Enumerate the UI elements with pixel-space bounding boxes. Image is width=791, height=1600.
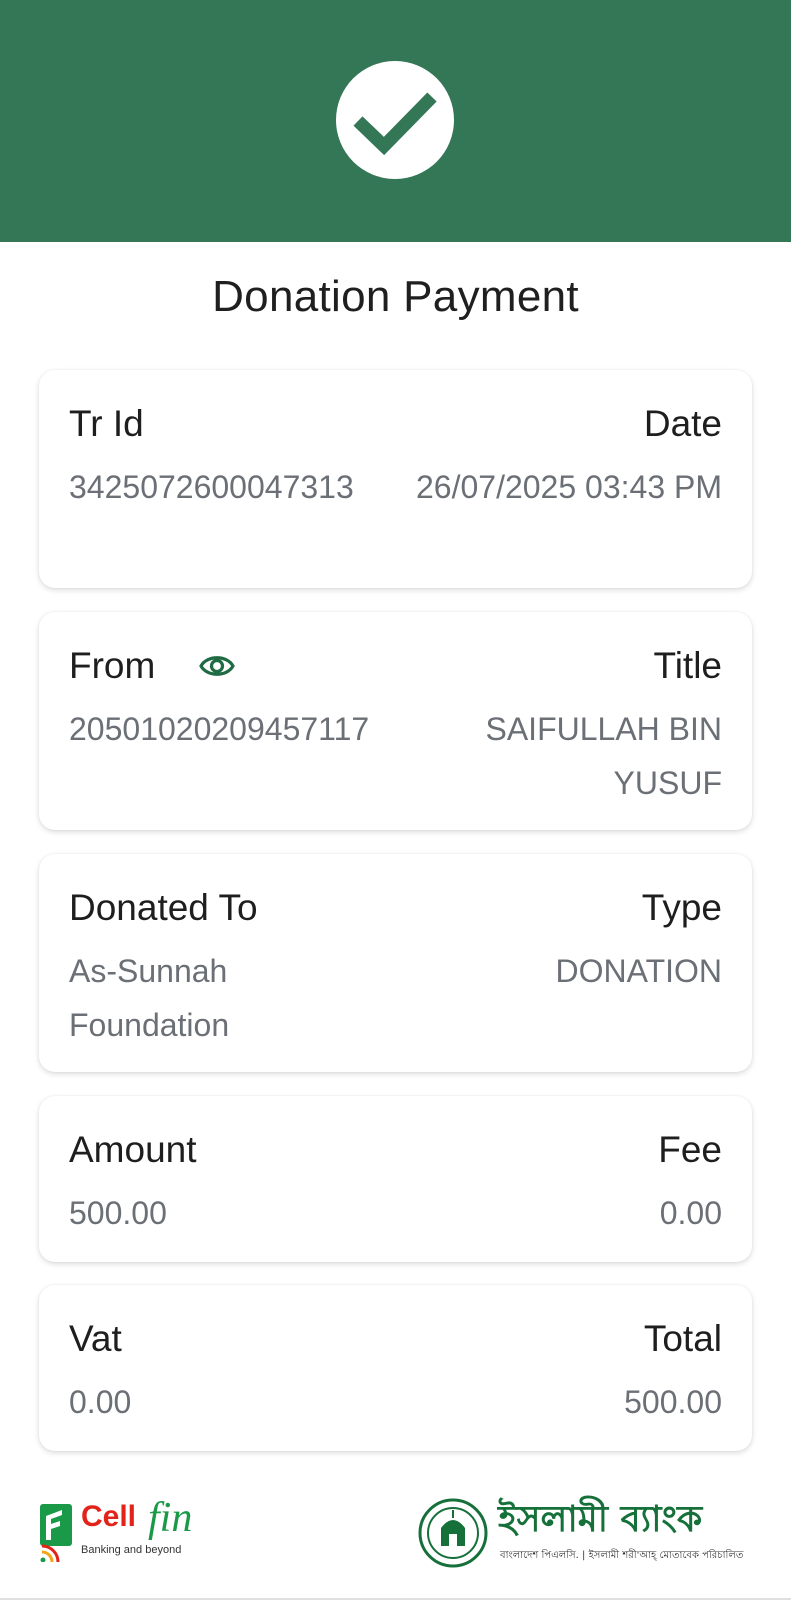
total-value: 500.00 bbox=[624, 1384, 722, 1420]
islami-bank-logo: ইসলামী ব্যাংক বাংলাদেশ পিএলসি. | ইসলামী … bbox=[418, 1496, 758, 1576]
checkmark-icon bbox=[353, 92, 437, 156]
bank-seal-icon bbox=[418, 1498, 488, 1568]
vat-value: 0.00 bbox=[69, 1384, 132, 1420]
cellfin-tagline: Banking and beyond bbox=[81, 1544, 182, 1556]
donated-to-label: Donated To bbox=[69, 887, 258, 928]
fee-value: 0.00 bbox=[659, 1195, 722, 1231]
transaction-card: Tr Id Date 3425072600047313 26/07/2025 0… bbox=[39, 370, 752, 588]
from-account-value: 20501020209457117 bbox=[69, 711, 370, 747]
success-header bbox=[0, 0, 791, 242]
type-value: DONATION bbox=[555, 953, 722, 989]
date-value: 26/07/2025 03:43 PM bbox=[415, 469, 722, 505]
type-label: Type bbox=[641, 887, 722, 928]
title-label: Title bbox=[653, 645, 722, 686]
eye-icon[interactable] bbox=[198, 652, 236, 680]
amount-card: Amount Fee 500.00 0.00 bbox=[39, 1096, 752, 1262]
cellfin-logo-text-fin: fin bbox=[148, 1495, 193, 1541]
success-badge bbox=[336, 61, 454, 179]
vat-card: Vat Total 0.00 500.00 bbox=[39, 1285, 752, 1451]
cellfin-logo: Cell fin Banking and beyond bbox=[38, 1495, 218, 1570]
vat-label: Vat bbox=[69, 1318, 122, 1359]
bank-name: ইসলামী ব্যাংক bbox=[498, 1499, 703, 1540]
page-title: Donation Payment bbox=[212, 272, 579, 321]
fee-label: Fee bbox=[658, 1129, 722, 1170]
cellfin-logo-text-cell: Cell bbox=[81, 1500, 137, 1533]
total-label: Total bbox=[643, 1318, 722, 1359]
amount-value: 500.00 bbox=[69, 1195, 167, 1231]
bank-subtitle: বাংলাদেশ পিএলসি. | ইসলামী শরী'আহ্ মোতাবে… bbox=[500, 1550, 744, 1561]
donated-to-value: As-Sunnah Foundation bbox=[69, 953, 230, 1043]
from-label: From bbox=[69, 645, 156, 686]
amount-label: Amount bbox=[69, 1129, 197, 1170]
account-title-value: SAIFULLAH BIN YUSUF bbox=[485, 711, 722, 801]
from-card: From Title 20501020209457117 SAIFULLAH B… bbox=[39, 612, 752, 830]
donation-card: Donated To Type As-Sunnah Foundation DON… bbox=[39, 854, 752, 1072]
tr-id-label: Tr Id bbox=[69, 403, 144, 444]
tr-id-value: 3425072600047313 bbox=[69, 469, 354, 505]
date-label: Date bbox=[643, 403, 722, 444]
footer: Cell fin Banking and beyond ইসলামী ব্যাং… bbox=[0, 1490, 791, 1580]
cellfin-mark-icon bbox=[40, 1504, 72, 1562]
